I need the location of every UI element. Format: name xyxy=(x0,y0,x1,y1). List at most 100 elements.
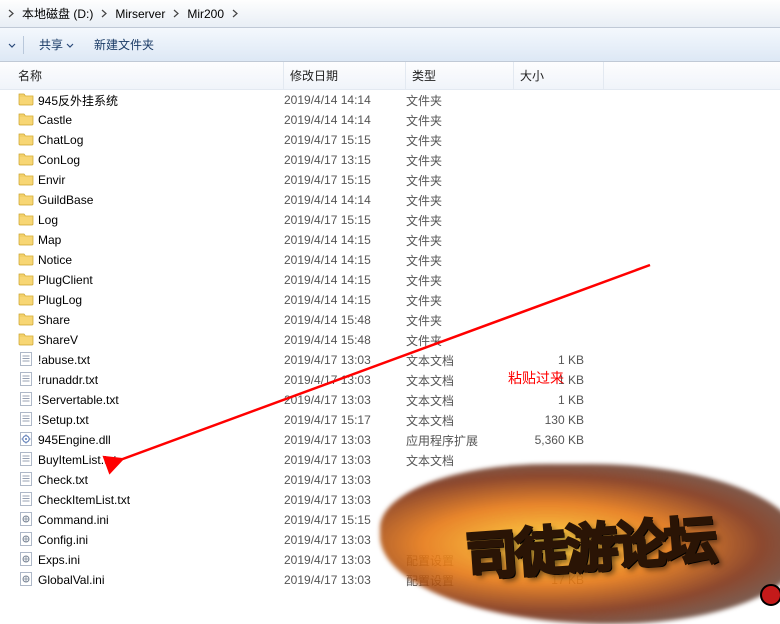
file-row[interactable]: PlugClient 2019/4/14 14:15文件夹 xyxy=(0,270,780,290)
file-row[interactable]: 945Engine.dll2019/4/17 13:03应用程序扩展5,360 … xyxy=(0,430,780,450)
file-row[interactable]: CheckItemList.txt2019/4/17 13:03 xyxy=(0,490,780,510)
share-button[interactable]: 共享 xyxy=(31,32,82,57)
new-folder-button[interactable]: 新建文件夹 xyxy=(86,32,162,57)
file-date: 2019/4/17 13:03 xyxy=(284,353,406,367)
text-icon xyxy=(18,451,34,470)
file-name: GuildBase xyxy=(38,193,93,207)
file-name: !abuse.txt xyxy=(38,353,90,367)
file-name: Command.ini xyxy=(38,513,109,527)
file-type: 文件夹 xyxy=(406,92,514,109)
file-name: 945反外挂系统 xyxy=(38,92,118,109)
file-name: Config.ini xyxy=(38,533,88,547)
file-name: PlugClient xyxy=(38,273,93,287)
file-row[interactable]: BuyItemList.txt2019/4/17 13:03文本文档 xyxy=(0,450,780,470)
folder-icon xyxy=(18,171,34,190)
file-date: 2019/4/17 13:03 xyxy=(284,553,406,567)
file-row[interactable]: GuildBase 2019/4/14 14:14文件夹 xyxy=(0,190,780,210)
toolbar: 共享 新建文件夹 xyxy=(0,28,780,62)
file-row[interactable]: 945反外挂系统2019/4/14 14:14文件夹 xyxy=(0,90,780,110)
file-type: 文件夹 xyxy=(406,312,514,329)
header-type[interactable]: 类型 xyxy=(406,62,514,89)
breadcrumb[interactable]: 本地磁盘 (D:) Mirserver Mir200 xyxy=(0,0,780,28)
file-name: Log xyxy=(38,213,58,227)
text-icon xyxy=(18,351,34,370)
file-size: 130 KB xyxy=(514,413,604,427)
chevron-right-icon[interactable] xyxy=(228,9,242,18)
file-row[interactable]: !Setup.txt2019/4/17 15:17文本文档130 KB xyxy=(0,410,780,430)
file-name: Exps.ini xyxy=(38,553,80,567)
file-row[interactable]: ShareV2019/4/14 15:48文件夹 xyxy=(0,330,780,350)
file-name: Check.txt xyxy=(38,473,88,487)
file-row[interactable]: Share2019/4/14 15:48文件夹 xyxy=(0,310,780,330)
file-type: 文件夹 xyxy=(406,292,514,309)
file-row[interactable]: Notice2019/4/14 14:15文件夹 xyxy=(0,250,780,270)
file-row[interactable]: Castle2019/4/14 14:14文件夹 xyxy=(0,110,780,130)
file-row[interactable]: !abuse.txt2019/4/17 13:03文本文档1 KB xyxy=(0,350,780,370)
column-headers: 名称 修改日期 类型 大小 xyxy=(0,62,780,90)
file-type: 文件夹 xyxy=(406,232,514,249)
text-icon xyxy=(18,391,34,410)
file-row[interactable]: Command.ini 2019/4/17 15:15 xyxy=(0,510,780,530)
file-row[interactable]: PlugLog2019/4/14 14:15文件夹 xyxy=(0,290,780,310)
file-date: 2019/4/17 15:15 xyxy=(284,513,406,527)
file-size: 17 KB xyxy=(514,573,604,587)
file-type: 文件夹 xyxy=(406,172,514,189)
file-row[interactable]: Exps.ini2019/4/17 13:03配置设置17 KB xyxy=(0,550,780,570)
ini-icon xyxy=(18,531,34,550)
breadcrumb-seg-2[interactable]: Mir200 xyxy=(183,0,228,27)
file-row[interactable]: GlobalVal.ini2019/4/17 13:03配置设置17 KB xyxy=(0,570,780,590)
chevron-right-icon[interactable] xyxy=(4,9,18,18)
file-row[interactable]: Envir2019/4/17 15:15文件夹 xyxy=(0,170,780,190)
file-size: 1 KB xyxy=(514,373,604,387)
file-row[interactable]: !Servertable.txt2019/4/17 13:03文本文档1 KB xyxy=(0,390,780,410)
share-label: 共享 xyxy=(39,36,63,53)
file-type: 文件夹 xyxy=(406,272,514,289)
file-name: CheckItemList.txt xyxy=(38,493,130,507)
chevron-down-icon[interactable] xyxy=(8,38,16,52)
file-date: 2019/4/17 13:03 xyxy=(284,453,406,467)
breadcrumb-seg-0[interactable]: 本地磁盘 (D:) xyxy=(18,0,97,27)
header-name[interactable]: 名称 xyxy=(0,62,284,89)
text-icon xyxy=(18,371,34,390)
folder-icon xyxy=(18,311,34,330)
file-date: 2019/4/17 13:03 xyxy=(284,433,406,447)
file-row[interactable]: Check.txt2019/4/17 13:03 xyxy=(0,470,780,490)
file-date: 2019/4/14 14:15 xyxy=(284,293,406,307)
file-type: 配置设置 xyxy=(406,552,514,569)
file-date: 2019/4/14 14:14 xyxy=(284,113,406,127)
folder-icon xyxy=(18,191,34,210)
file-row[interactable]: ConLog2019/4/17 13:15文件夹 xyxy=(0,150,780,170)
separator xyxy=(23,36,24,54)
file-type: 文本文档 xyxy=(406,452,514,469)
text-icon xyxy=(18,411,34,430)
header-size[interactable]: 大小 xyxy=(514,62,604,89)
header-date[interactable]: 修改日期 xyxy=(284,62,406,89)
file-row[interactable]: Config.ini2019/4/17 13:03 xyxy=(0,530,780,550)
chevron-right-icon[interactable] xyxy=(97,9,111,18)
file-name: Notice xyxy=(38,253,72,267)
file-date: 2019/4/17 13:03 xyxy=(284,373,406,387)
file-row[interactable]: !runaddr.txt2019/4/17 13:03文本文档1 KB xyxy=(0,370,780,390)
file-date: 2019/4/14 14:15 xyxy=(284,273,406,287)
file-type: 文件夹 xyxy=(406,252,514,269)
file-date: 2019/4/14 14:14 xyxy=(284,193,406,207)
file-size: 1 KB xyxy=(514,353,604,367)
folder-icon xyxy=(18,291,34,310)
folder-icon xyxy=(18,231,34,250)
file-type: 文件夹 xyxy=(406,192,514,209)
folder-icon xyxy=(18,111,34,130)
file-name: ShareV xyxy=(38,333,78,347)
file-size: 1 KB xyxy=(514,393,604,407)
chevron-right-icon[interactable] xyxy=(169,9,183,18)
file-row[interactable]: ChatLog2019/4/17 15:15文件夹 xyxy=(0,130,780,150)
file-name: !runaddr.txt xyxy=(38,373,98,387)
file-name: Castle xyxy=(38,113,72,127)
breadcrumb-seg-1[interactable]: Mirserver xyxy=(111,0,169,27)
file-name: ConLog xyxy=(38,153,80,167)
file-name: !Servertable.txt xyxy=(38,393,119,407)
file-date: 2019/4/17 13:03 xyxy=(284,393,406,407)
file-row[interactable]: Map2019/4/14 14:15文件夹 xyxy=(0,230,780,250)
file-type: 文件夹 xyxy=(406,152,514,169)
file-row[interactable]: Log2019/4/17 15:15文件夹 xyxy=(0,210,780,230)
file-list[interactable]: 945反外挂系统2019/4/14 14:14文件夹Castle2019/4/1… xyxy=(0,90,780,590)
